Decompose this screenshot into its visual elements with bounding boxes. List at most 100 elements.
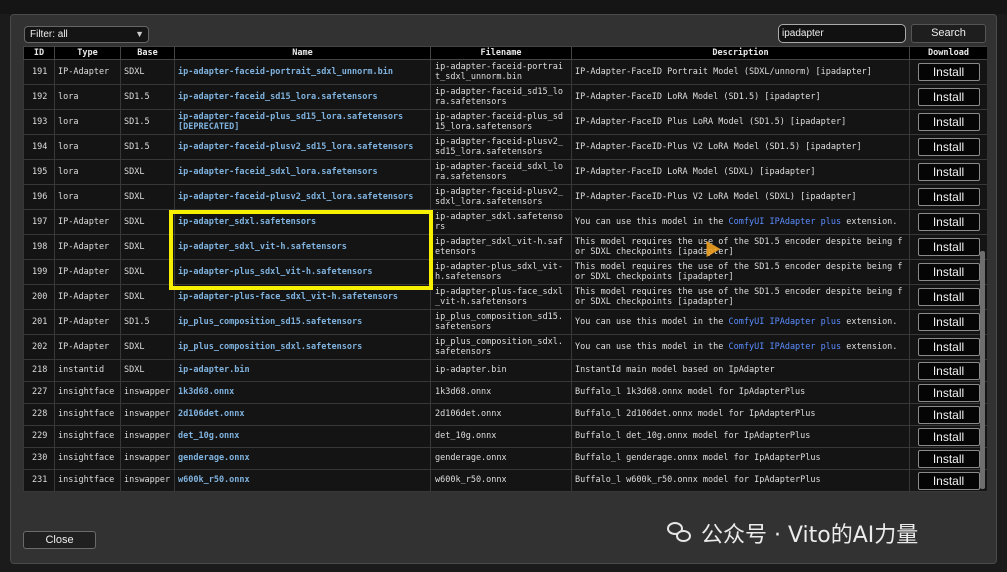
install-button[interactable]: Install xyxy=(917,427,980,446)
model-name-link[interactable]: ip-adapter.bin xyxy=(178,365,250,375)
cell-download: Install xyxy=(909,284,987,310)
cell-name[interactable]: w600k_r50.onnx xyxy=(174,469,431,492)
model-name-link[interactable]: 2d106det.onnx xyxy=(178,409,245,419)
table-row: 196 lora SDXL ip-adapter-faceid-plusv2_sdxl… xyxy=(23,184,987,210)
cell-name[interactable]: ip_plus_composition_sdxl.safetensors xyxy=(174,334,431,360)
column-header-id[interactable]: ID xyxy=(23,46,55,60)
filter-select[interactable]: Filter: all ▼ xyxy=(24,26,149,43)
model-name-link[interactable]: ip_plus_composition_sdxl.safetensors xyxy=(178,342,362,352)
cell-download: Install xyxy=(909,447,987,470)
cell-type: insightface xyxy=(54,381,121,404)
cell-id: 196 xyxy=(23,184,55,210)
extension-link[interactable]: ComfyUI IPAdapter plus xyxy=(729,317,842,327)
cell-download: Install xyxy=(909,209,987,235)
cell-description: IP-Adapter-FaceID-Plus V2 LoRA Model (SD… xyxy=(571,184,910,210)
cell-id: 218 xyxy=(23,359,55,382)
cell-name[interactable]: ip-adapter_sdxl_vit-h.safetensors xyxy=(174,234,431,260)
cell-name[interactable]: ip-adapter-faceid-plus_sd15_lora.safeten… xyxy=(174,109,431,135)
extension-link[interactable]: ComfyUI IPAdapter plus xyxy=(729,342,842,352)
table-row: 228 insightface inswapper 2d106det.onnx 2d10… xyxy=(23,403,987,426)
column-header-description[interactable]: Description xyxy=(571,46,910,60)
cell-base: SDXL xyxy=(120,284,175,310)
column-header-type[interactable]: Type xyxy=(54,46,121,60)
install-button[interactable]: Install xyxy=(917,263,980,281)
model-name-link[interactable]: ip-adapter-plus_sdxl_vit-h.safetensors xyxy=(178,267,372,277)
model-name-link[interactable]: ip_plus_composition_sd15.safetensors xyxy=(178,317,362,327)
model-name-link[interactable]: ip-adapter-faceid-plus_sd15_lora.safeten… xyxy=(178,112,403,122)
column-header-filename[interactable]: Filename xyxy=(430,46,572,60)
cell-filename: ip-adapter-faceid-plusv2_sd15_lora.safet… xyxy=(430,134,572,160)
extension-link[interactable]: ComfyUI IPAdapter plus xyxy=(729,217,842,227)
cell-name[interactable]: ip-adapter-faceid-plusv2_sd15_lora.safet… xyxy=(174,134,431,160)
cell-name[interactable]: 1k3d68.onnx xyxy=(174,381,431,404)
install-button[interactable]: Install xyxy=(917,449,980,468)
cell-filename: ip-adapter-plus-face_sdxl_vit-h.safetens… xyxy=(430,284,572,310)
cell-download: Install xyxy=(909,234,987,260)
search-button[interactable]: Search xyxy=(911,24,986,43)
model-name-link[interactable]: ip-adapter_sdxl.safetensors xyxy=(178,217,316,227)
install-button[interactable]: Install xyxy=(917,138,980,156)
install-button[interactable]: Install xyxy=(917,188,980,206)
install-button[interactable]: Install xyxy=(917,238,980,256)
cell-name[interactable]: ip-adapter_sdxl.safetensors xyxy=(174,209,431,235)
install-button[interactable]: Install xyxy=(917,471,980,490)
install-button[interactable]: Install xyxy=(917,338,980,356)
cell-type: insightface xyxy=(54,447,121,470)
cell-base: SDXL xyxy=(120,159,175,185)
cell-name[interactable]: ip-adapter-plus-face_sdxl_vit-h.safetens… xyxy=(174,284,431,310)
install-button[interactable]: Install xyxy=(917,288,980,306)
description-text: IP-Adapter-FaceID LoRA Model (SDXL) [ipa… xyxy=(575,166,816,177)
cell-filename: ip_plus_composition_sdxl.safetensors xyxy=(430,334,572,360)
model-name-link[interactable]: ip-adapter-faceid-plusv2_sdxl_lora.safet… xyxy=(178,192,413,202)
cell-name[interactable]: ip-adapter-faceid-plusv2_sdxl_lora.safet… xyxy=(174,184,431,210)
cell-name[interactable]: 2d106det.onnx xyxy=(174,403,431,426)
model-name-link[interactable]: 1k3d68.onnx xyxy=(178,387,234,397)
model-name-link[interactable]: ip-adapter-faceid_sd15_lora.safetensors xyxy=(178,92,378,102)
cell-name[interactable]: genderage.onnx xyxy=(174,447,431,470)
cell-base: inswapper xyxy=(120,403,175,426)
install-button[interactable]: Install xyxy=(917,163,980,181)
description-text: IP-Adapter-FaceID Plus LoRA Model (SD1.5… xyxy=(575,116,847,127)
deprecated-tag: [DEPRECATED] xyxy=(178,122,240,132)
description-text: You can use this model in the xyxy=(575,316,729,327)
model-name-link[interactable]: w600k_r50.onnx xyxy=(178,475,250,485)
cell-description: IP-Adapter-FaceID Plus LoRA Model (SD1.5… xyxy=(571,109,910,135)
install-button[interactable]: Install xyxy=(917,63,980,81)
close-button[interactable]: Close xyxy=(23,531,96,549)
scrollbar-thumb[interactable] xyxy=(980,251,985,489)
cell-name[interactable]: ip-adapter.bin xyxy=(174,359,431,382)
cell-id: 198 xyxy=(23,234,55,260)
install-button[interactable]: Install xyxy=(917,405,980,424)
cell-name[interactable]: ip-adapter-faceid_sdxl_lora.safetensors xyxy=(174,159,431,185)
cell-id: 199 xyxy=(23,259,55,285)
cell-name[interactable]: ip-adapter-plus_sdxl_vit-h.safetensors xyxy=(174,259,431,285)
cell-type: lora xyxy=(54,134,121,160)
cell-download: Install xyxy=(909,469,987,492)
search-input[interactable]: ipadapter xyxy=(778,24,906,43)
cell-description: InstantId main model based on IpAdapter xyxy=(571,359,910,382)
model-name-link[interactable]: ip-adapter_sdxl_vit-h.safetensors xyxy=(178,242,347,252)
model-name-link[interactable]: genderage.onnx xyxy=(178,453,250,463)
cell-name[interactable]: ip_plus_composition_sd15.safetensors xyxy=(174,309,431,335)
model-name-link[interactable]: det_10g.onnx xyxy=(178,431,239,441)
install-button[interactable]: Install xyxy=(917,113,980,131)
install-button[interactable]: Install xyxy=(917,361,980,380)
column-header-name[interactable]: Name xyxy=(174,46,431,60)
column-header-download[interactable]: Download xyxy=(909,46,987,60)
cell-download: Install xyxy=(909,59,987,85)
model-name-link[interactable]: ip-adapter-plus-face_sdxl_vit-h.safetens… xyxy=(178,292,398,302)
install-button[interactable]: Install xyxy=(917,213,980,231)
description-text: You can use this model in the xyxy=(575,216,729,227)
model-name-link[interactable]: ip-adapter-faceid_sdxl_lora.safetensors xyxy=(178,167,378,177)
install-button[interactable]: Install xyxy=(917,313,980,331)
cell-description: This model requires the use of the SD1.5… xyxy=(571,259,910,285)
model-name-link[interactable]: ip-adapter-faceid-plusv2_sd15_lora.safet… xyxy=(178,142,413,152)
install-button[interactable]: Install xyxy=(917,88,980,106)
cell-name[interactable]: det_10g.onnx xyxy=(174,425,431,448)
model-table-container[interactable]: ID Type Base Name Filename Description D… xyxy=(23,46,987,492)
column-header-base[interactable]: Base xyxy=(120,46,175,60)
cell-name[interactable]: ip-adapter-faceid_sd15_lora.safetensors xyxy=(174,84,431,110)
cell-name[interactable]: ip-adapter-faceid-portrait_sdxl_unnorm.b… xyxy=(174,59,431,85)
model-name-link[interactable]: ip-adapter-faceid-portrait_sdxl_unnorm.b… xyxy=(178,67,393,77)
install-button[interactable]: Install xyxy=(917,383,980,402)
